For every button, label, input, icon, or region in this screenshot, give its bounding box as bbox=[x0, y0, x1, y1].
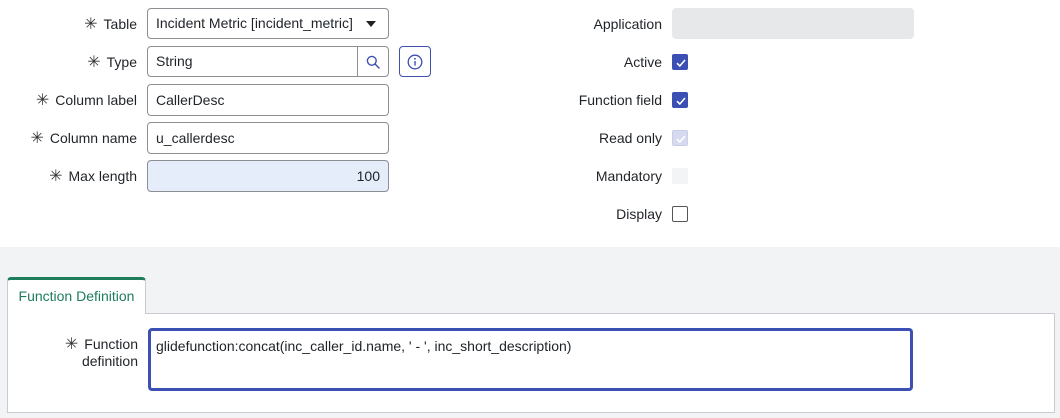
check-icon bbox=[676, 97, 686, 106]
info-icon bbox=[407, 54, 423, 69]
active-label: Active bbox=[623, 54, 662, 70]
required-asterisk-icon: ✳ bbox=[30, 130, 44, 147]
type-info-button[interactable] bbox=[399, 46, 431, 77]
function-field-label: Function field bbox=[578, 92, 662, 108]
column-label-input[interactable]: CallerDesc bbox=[147, 84, 389, 116]
active-checkbox[interactable] bbox=[672, 54, 688, 70]
read-only-checkbox bbox=[672, 130, 688, 146]
column-name-label: ✳ Column name bbox=[30, 130, 137, 147]
required-asterisk-icon: ✳ bbox=[84, 16, 98, 33]
function-definition-label: ✳ Function definition bbox=[64, 336, 138, 369]
mandatory-checkbox[interactable] bbox=[672, 168, 688, 184]
mandatory-label: Mandatory bbox=[595, 168, 662, 184]
search-icon bbox=[366, 55, 380, 69]
display-label: Display bbox=[616, 206, 662, 222]
caret-down-icon bbox=[366, 21, 376, 27]
application-field bbox=[672, 8, 914, 39]
check-icon bbox=[676, 59, 686, 68]
type-search-button[interactable] bbox=[357, 46, 389, 77]
max-length-input[interactable]: 100 bbox=[147, 160, 389, 192]
type-field: String bbox=[147, 46, 389, 77]
function-field-checkbox[interactable] bbox=[672, 92, 688, 108]
required-asterisk-icon: ✳ bbox=[64, 336, 79, 353]
read-only-label: Read only bbox=[598, 130, 662, 146]
column-label-label: ✳ Column label bbox=[35, 92, 137, 109]
check-icon bbox=[676, 135, 686, 144]
required-asterisk-icon: ✳ bbox=[49, 168, 63, 185]
application-label: Application bbox=[593, 16, 663, 32]
tab-function-definition[interactable]: Function Definition bbox=[7, 277, 146, 314]
column-name-input[interactable]: u_callerdesc bbox=[147, 122, 389, 154]
function-definition-textarea[interactable]: glidefunction:concat(inc_caller_id.name,… bbox=[148, 328, 913, 391]
max-length-label: ✳ Max length bbox=[49, 168, 137, 185]
table-label: ✳ Table bbox=[84, 16, 137, 33]
display-checkbox[interactable] bbox=[672, 206, 688, 222]
table-select[interactable]: Incident Metric [incident_metric] bbox=[147, 8, 389, 39]
required-asterisk-icon: ✳ bbox=[87, 54, 101, 71]
required-asterisk-icon: ✳ bbox=[35, 92, 50, 109]
type-label: ✳ Type bbox=[87, 54, 137, 71]
type-input[interactable]: String bbox=[147, 46, 358, 77]
